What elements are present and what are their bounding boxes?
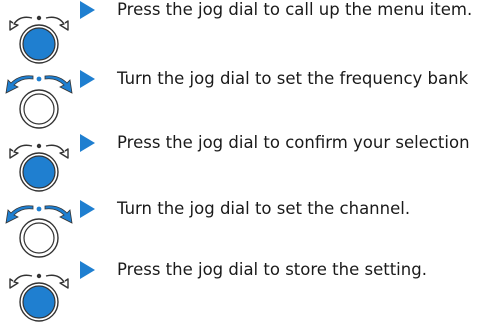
instruction-text: Press the jog dial to store the setting. bbox=[117, 260, 427, 279]
instruction-step: Press the jog dial to store the setting. bbox=[0, 258, 500, 322]
instruction-step: Turn the jog dial to set the channel. bbox=[0, 195, 500, 259]
bullet-arrow-icon bbox=[80, 261, 95, 279]
instruction-text: Turn the jog dial to set the channel. bbox=[117, 199, 411, 218]
instruction-text: Press the jog dial to confirm your selec… bbox=[117, 133, 470, 152]
instruction-text: Turn the jog dial to set the frequency b… bbox=[117, 69, 469, 88]
bullet-arrow-icon bbox=[80, 1, 95, 19]
instruction-step: Press the jog dial to confirm your selec… bbox=[0, 130, 500, 194]
instruction-text: Press the jog dial to call up the menu i… bbox=[117, 0, 473, 19]
jog-dial-press-icon bbox=[9, 273, 69, 322]
bullet-arrow-icon bbox=[80, 134, 95, 152]
instruction-step: Turn the jog dial to set the frequency b… bbox=[0, 65, 500, 129]
jog-dial-turn-icon bbox=[5, 205, 73, 258]
instruction-list: Press the jog dial to call up the menu i… bbox=[0, 0, 500, 322]
jog-dial-turn-icon bbox=[5, 75, 73, 129]
jog-dial-press-icon bbox=[9, 143, 69, 192]
jog-dial-press-icon bbox=[9, 15, 69, 64]
bullet-arrow-icon bbox=[80, 200, 95, 218]
instruction-step: Press the jog dial to call up the menu i… bbox=[0, 0, 500, 64]
bullet-arrow-icon bbox=[80, 70, 95, 88]
